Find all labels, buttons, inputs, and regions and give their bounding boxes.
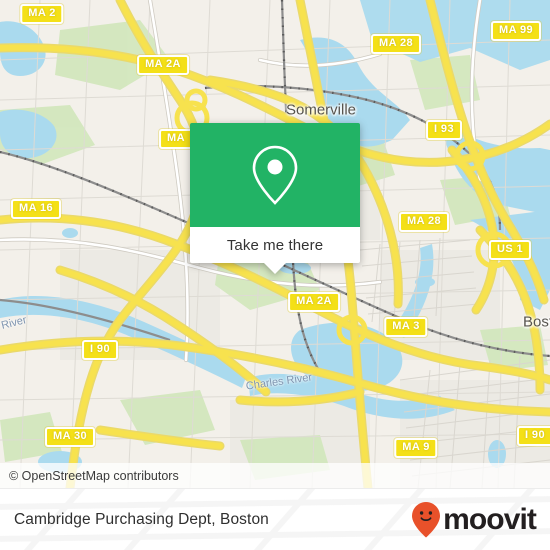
road-shield: I 93 <box>426 120 462 140</box>
road-shield: US 1 <box>488 240 532 260</box>
road-shield: MA 2A <box>137 55 189 75</box>
road-shield: MA 2 <box>20 4 64 24</box>
popup-footer[interactable]: Take me there <box>190 227 360 274</box>
road-shield: MA 28 <box>399 212 449 232</box>
location-popup-card[interactable]: Take me there <box>190 123 360 274</box>
road-shield: MA 30 <box>45 427 95 447</box>
osm-attribution-text[interactable]: © OpenStreetMap contributors <box>0 469 179 483</box>
road-shield: MA 2A <box>288 292 340 312</box>
moovit-map-screenshot: MA 2 MA 2A MA 28 MA 99 I 93 MA MA 16 MA … <box>0 0 550 550</box>
moovit-smiley-pin-icon <box>412 502 441 538</box>
map-pin-icon <box>252 145 298 205</box>
road-shield: I 90 <box>517 426 550 446</box>
road-shield: I 90 <box>82 340 118 360</box>
map-viewport[interactable]: MA 2 MA 2A MA 28 MA 99 I 93 MA MA 16 MA … <box>0 0 550 488</box>
popup-header <box>190 123 360 227</box>
popup-pointer-tail <box>264 263 286 274</box>
road-shield: MA <box>159 129 193 149</box>
take-me-there-button[interactable]: Take me there <box>227 237 323 254</box>
footer-bar: Cambridge Purchasing Dept, Boston moovit <box>0 488 550 550</box>
road-shield: MA 3 <box>384 317 428 337</box>
road-shield: MA 28 <box>371 34 421 54</box>
page-title: Cambridge Purchasing Dept, Boston <box>14 511 269 528</box>
road-shield: MA 16 <box>11 199 61 219</box>
moovit-logo[interactable]: moovit <box>411 501 550 539</box>
place-label-boston: Bost <box>522 313 550 331</box>
map-attribution-bar: © OpenStreetMap contributors <box>0 463 550 488</box>
road-shield: MA 99 <box>491 21 541 41</box>
moovit-wordmark: moovit <box>443 503 537 536</box>
place-label-somerville: Somerville <box>285 101 357 119</box>
road-shield: MA 9 <box>394 438 438 458</box>
